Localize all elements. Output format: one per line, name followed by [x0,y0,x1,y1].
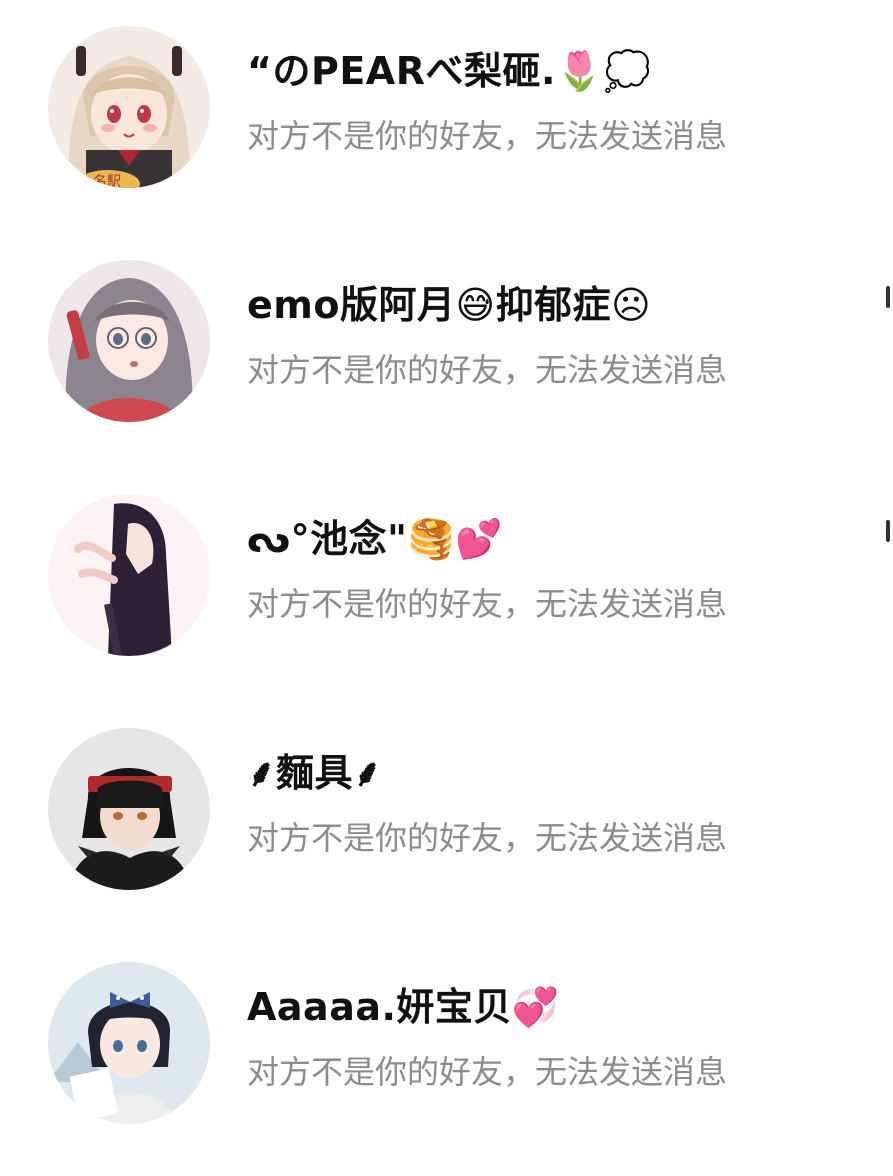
contact-status-message: 对方不是你的好友，无法发送消息 [247,585,728,623]
contact-status-message: 对方不是你的好友，无法发送消息 [247,351,728,389]
contact-name: “のPEARべ梨砸.🌷💭 [247,49,652,93]
anime-girl-blonde-avatar-icon: 名駅 [48,26,210,188]
contact-row[interactable]: 名駅 “のPEARべ梨砸.🌷💭 对方不是你的好友，无法发送消息 [0,0,893,234]
anime-girl-dark-hair-avatar-icon [48,494,210,656]
contact-row[interactable]: ᔓ°池念"🥞💕 对方不是你的好友，无法发送消息 [0,468,893,702]
contact-row[interactable]: Aaaaa.妍宝贝💞 对方不是你的好友，无法发送消息 [0,936,893,1170]
svg-text:名駅: 名駅 [93,174,121,188]
avatar[interactable] [48,962,210,1124]
avatar[interactable] [48,728,210,890]
avatar[interactable] [48,260,210,422]
contact-status-message: 对方不是你的好友，无法发送消息 [247,819,728,857]
contact-status-message: 对方不是你的好友，无法发送消息 [247,1053,728,1091]
contact-name: ᔓ°池念"🥞💕 [247,517,504,561]
contact-status-message: 对方不是你的好友，无法发送消息 [247,117,728,155]
contact-name: emo版阿月😅抑郁症☹ [247,283,652,327]
edge-mark [886,286,890,308]
contact-list: 名駅 “のPEARべ梨砸.🌷💭 对方不是你的好友，无法发送消息 emo版阿月😅抑 [0,0,893,1176]
anime-boy-headband-avatar-icon [48,728,210,890]
anime-girl-bow-avatar-icon [48,962,210,1124]
contact-name: ⸙麵具⸙ [247,751,383,795]
anime-girl-gray-hair-glasses-avatar-icon [48,260,210,422]
contact-row[interactable]: ⸙麵具⸙ 对方不是你的好友，无法发送消息 [0,702,893,936]
edge-mark [886,520,890,542]
contact-name: Aaaaa.妍宝贝💞 [247,985,560,1029]
avatar[interactable]: 名駅 [48,26,210,188]
contact-row[interactable]: emo版阿月😅抑郁症☹ 对方不是你的好友，无法发送消息 [0,234,893,468]
avatar[interactable] [48,494,210,656]
